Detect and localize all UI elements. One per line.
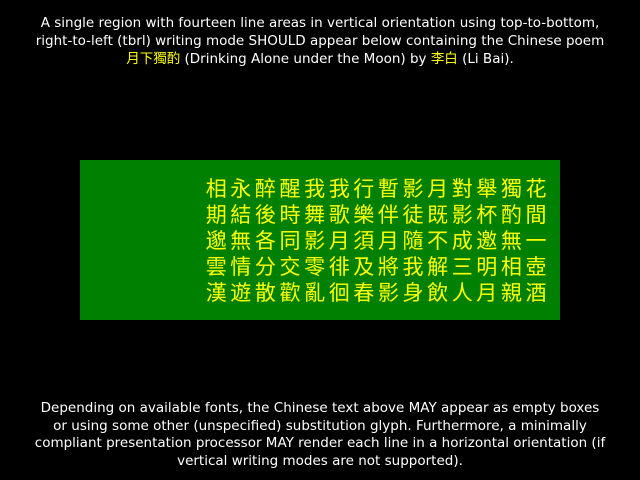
poem-char: 結 [230,203,252,227]
outro-line-2: or using some other (unspecified) substi… [53,417,587,434]
poem-char: 身 [402,281,424,305]
poem-char: 我 [304,177,326,201]
poem-line: 影徒隨我身 [401,176,425,306]
poet-romanized: (Li Bai). [457,51,514,67]
poem-line: 我舞影零亂 [303,176,327,306]
poem-line: 我歌月徘徊 [327,176,351,306]
poem-char: 各 [254,229,276,253]
poem-char: 交 [279,255,301,279]
poem-char: 春 [353,281,375,305]
poem-line: 舉杯邀明月 [475,176,499,306]
poem-char: 酌 [500,203,522,227]
poem-char: 樂 [353,203,375,227]
outro-text: Depending on available fonts, the Chines… [0,400,640,470]
poem-char: 月 [328,229,350,253]
poem-char: 影 [304,229,326,253]
poem-char: 解 [427,255,449,279]
poem-char: 後 [254,203,276,227]
poem-char: 影 [451,203,473,227]
poem-line: 暫伴月將影 [376,176,400,306]
poem-region: 花間一壺酒獨酌無相親舉杯邀明月對影成三人月既不解飲影徒隨我身暫伴月將影行樂須及春… [80,160,560,320]
poem-char: 我 [328,177,350,201]
poem-line: 獨酌無相親 [499,176,523,306]
poem-char: 相 [500,255,522,279]
poem-line: 相期邈雲漢 [204,176,228,306]
poem-char: 獨 [500,177,522,201]
poem-char: 漢 [205,281,227,305]
poem-char: 遊 [230,281,252,305]
poem-char: 行 [353,177,375,201]
poem-char: 醉 [254,177,276,201]
poem-char: 一 [525,229,547,253]
poem-char: 歌 [328,203,350,227]
intro-line-3: 月下獨酌 (Drinking Alone under the Moon) by … [0,50,640,68]
poem-char: 無 [500,229,522,253]
poem-char: 邈 [205,229,227,253]
poem-char: 及 [353,255,375,279]
poem-line: 永結無情遊 [229,176,253,306]
poem-title-translation: (Drinking Alone under the Moon) by [180,51,431,67]
poem-char: 三 [451,255,473,279]
poem-char: 不 [427,229,449,253]
poem-char: 我 [402,255,424,279]
poem-char: 零 [304,255,326,279]
poem-char: 徘 [328,255,350,279]
outro-line-1: Depending on available fonts, the Chines… [40,400,600,416]
poem-char: 無 [230,229,252,253]
poem-line: 花間一壺酒 [524,176,548,306]
poem-char: 成 [451,229,473,253]
poem-char: 徒 [402,203,424,227]
poem-char: 人 [451,281,473,305]
poem-char: 將 [377,255,399,279]
poem-char: 舉 [476,177,498,201]
poem-char: 歡 [279,281,301,305]
poem-char: 亂 [304,281,326,305]
poem-char: 影 [377,281,399,305]
intro-line-2: right-to-left (tbrl) writing mode SHOULD… [35,33,605,49]
poem-char: 永 [230,177,252,201]
poem-line: 月既不解飲 [426,176,450,306]
poem-line: 醒時同交歡 [278,176,302,306]
poem-char: 同 [279,229,301,253]
poem-char: 月 [427,177,449,201]
poem-char: 分 [254,255,276,279]
poem-char: 醒 [279,177,301,201]
poet-name: 李白 [430,51,458,67]
poem-title: 月下獨酌 [126,51,181,67]
poem-char: 須 [353,229,375,253]
poem-char: 邀 [476,229,498,253]
intro-line-1: A single region with fourteen line areas… [40,15,600,31]
poem-char: 暫 [377,177,399,201]
poem-char: 雲 [205,255,227,279]
poem-char: 期 [205,203,227,227]
poem-char: 時 [279,203,301,227]
poem-char: 親 [500,281,522,305]
poem-line: 對影成三人 [450,176,474,306]
poem-char: 壺 [525,255,547,279]
poem-line: 醉後各分散 [253,176,277,306]
poem-char: 相 [205,177,227,201]
poem-char: 散 [254,281,276,305]
poem-char: 花 [525,177,547,201]
outro-line-4: vertical writing modes are not supported… [177,452,463,469]
poem-char: 明 [476,255,498,279]
poem-char: 月 [476,281,498,305]
poem-char: 徊 [328,281,350,305]
poem-char: 月 [377,229,399,253]
poem-char: 伴 [377,203,399,227]
poem-char: 間 [525,203,547,227]
poem-char: 對 [451,177,473,201]
poem-char: 既 [427,203,449,227]
poem-char: 隨 [402,229,424,253]
outro-line-3: compliant presentation processor MAY ren… [34,435,606,451]
poem-char: 情 [230,255,252,279]
poem-line: 行樂須及春 [352,176,376,306]
poem-char: 影 [402,177,424,201]
poem-char: 酒 [525,281,547,305]
poem-char: 杯 [476,203,498,227]
poem-char: 飲 [427,281,449,305]
poem-char: 舞 [304,203,326,227]
intro-text: A single region with fourteen line areas… [0,14,640,68]
